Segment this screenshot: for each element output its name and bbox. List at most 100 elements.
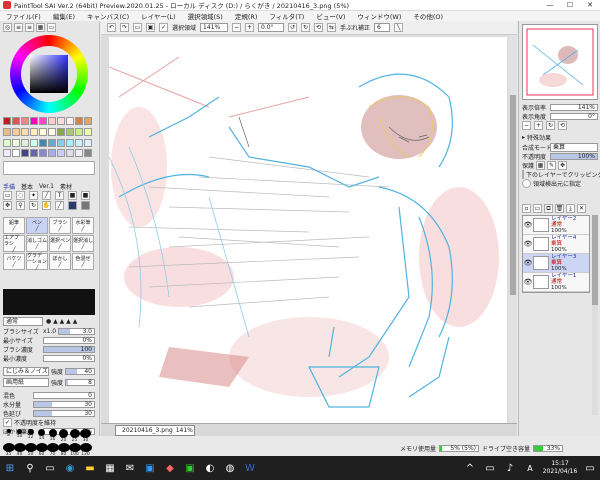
undo-icon[interactable]: ↶ <box>107 23 116 32</box>
layer-row[interactable]: 👁 レイヤー3 乗算 100% <box>523 254 589 273</box>
tab-basic[interactable]: 基本 <box>21 182 33 191</box>
layer-scroll-thumb[interactable] <box>592 215 598 305</box>
color-swatch[interactable] <box>3 149 11 158</box>
color-swatch[interactable] <box>84 127 92 136</box>
texture-slider[interactable]: 40 <box>65 368 95 375</box>
color-swatch[interactable] <box>48 138 56 147</box>
photos-icon[interactable]: ▣ <box>140 458 160 478</box>
new-folder-icon[interactable]: ▭ <box>533 204 542 213</box>
color-swatch[interactable] <box>66 127 74 136</box>
brush-slot[interactable]: ペン ╱ <box>26 217 48 234</box>
visibility-eye-icon[interactable]: 👁 <box>523 240 533 248</box>
color-wheel-icon[interactable]: ◎ <box>3 23 12 32</box>
notification-icon[interactable]: ▭ <box>580 458 600 478</box>
texture-select[interactable]: にじみ＆ノイズ <box>3 367 49 376</box>
select-rect-icon[interactable]: ▭ <box>3 191 12 200</box>
brush-slot[interactable]: ブラシ ╱ <box>49 217 71 234</box>
color-swatch[interactable] <box>30 149 38 158</box>
layer-scrollbar[interactable] <box>592 215 598 415</box>
edge-icon[interactable]: ◉ <box>60 458 80 478</box>
lasso-icon[interactable]: ◌ <box>16 191 25 200</box>
menu-window[interactable]: ウィンドウ(W) <box>357 11 401 21</box>
color-swatch[interactable] <box>21 117 29 125</box>
explorer-icon[interactable]: ▬ <box>80 458 100 478</box>
brush-size-preset[interactable]: 14 <box>36 429 47 443</box>
nav-rotate-icon[interactable]: ↻ <box>546 121 555 130</box>
menu-ruler[interactable]: 定規(R) <box>235 11 258 21</box>
nav-reset-icon[interactable]: ⟲ <box>558 121 567 130</box>
brush-size-preset[interactable]: 25 <box>69 429 80 443</box>
paper-slider[interactable]: 8 <box>65 379 95 386</box>
color-swatch[interactable] <box>75 127 83 136</box>
windows-start-icon[interactable]: ⊞ <box>0 458 20 478</box>
menu-view[interactable]: ビュー(V) <box>316 11 345 21</box>
search-icon[interactable]: ⚲ <box>20 458 40 478</box>
menu-edit[interactable]: 編集(E) <box>53 11 75 21</box>
fill-icon[interactable]: ■ <box>81 191 90 200</box>
brush-size-preset[interactable]: 12 <box>25 429 36 443</box>
brush-size-preset[interactable]: 10 <box>14 429 25 443</box>
document-tab[interactable]: 20210416_3.png 141% <box>115 425 195 436</box>
rgb-slider-icon[interactable]: ≡ <box>14 23 23 32</box>
paper-select[interactable]: 画用紙 <box>3 378 49 387</box>
brush-slot[interactable]: エアブラシ ╱ <box>3 235 25 253</box>
brush-size-preset[interactable]: 30 <box>80 429 91 443</box>
density-slider[interactable]: 100 <box>43 346 95 353</box>
layer-row[interactable]: 👁 レイヤー2 通常 100% <box>523 216 589 235</box>
min-density-slider[interactable]: 0% <box>43 355 95 362</box>
color-swatch[interactable] <box>75 149 83 158</box>
menu-file[interactable]: ファイル(F) <box>6 11 41 21</box>
tab-brush[interactable]: 手描 <box>3 182 15 191</box>
brush-slot[interactable]: グラデーション ╱ <box>26 253 48 271</box>
brush-slot[interactable]: 消しゴム ╱ <box>26 235 48 252</box>
shape-icons[interactable]: ● ▲ ▲ ▲ ▲ <box>46 318 77 325</box>
clear-layer-icon[interactable]: ✕ <box>577 204 586 213</box>
store-icon[interactable]: ▦ <box>100 458 120 478</box>
color-swatch[interactable] <box>84 138 92 147</box>
brush-size-preset[interactable]: 100 <box>68 443 81 457</box>
color-swatch[interactable] <box>12 127 20 136</box>
layer-row[interactable]: 👁 レイヤー1 通常 100% <box>523 273 589 292</box>
delete-layer-icon[interactable]: 🗑 <box>555 204 564 213</box>
protect-move-icon[interactable]: ✥ <box>558 161 568 170</box>
app-icon-3[interactable]: ◍ <box>220 458 240 478</box>
visibility-eye-icon[interactable]: 👁 <box>523 278 533 286</box>
vertical-scroll-thumb[interactable] <box>510 95 516 295</box>
tab-ver1[interactable]: Ver.1 <box>39 183 54 190</box>
canvas-sheet[interactable] <box>108 37 507 423</box>
color-swatch[interactable] <box>48 149 56 158</box>
color-swatch[interactable] <box>21 138 29 147</box>
text-icon[interactable]: T <box>55 191 64 200</box>
min-size-slider[interactable]: 0% <box>43 337 95 344</box>
brush-size-preset[interactable]: 60 <box>35 443 48 457</box>
visibility-eye-icon[interactable]: 👁 <box>523 221 533 229</box>
nav-zoom-slider[interactable]: 141% <box>550 104 598 111</box>
clock[interactable]: 15:17 2021/04/16 <box>540 460 580 476</box>
protect-draw-icon[interactable]: ✎ <box>547 161 557 170</box>
color-swatch[interactable] <box>57 149 65 158</box>
brush-slot[interactable]: 選択消し ╱ <box>72 235 94 252</box>
visibility-eye-icon[interactable]: 👁 <box>523 259 533 267</box>
brush-size-preset[interactable]: 70 <box>46 443 59 457</box>
brush-size-preset[interactable]: 20 <box>58 429 69 443</box>
deselect-icon[interactable]: ▭ <box>133 23 142 32</box>
fg-color-icon[interactable] <box>68 201 77 210</box>
reset-rotation-icon[interactable]: ⟲ <box>314 23 324 32</box>
brush-slot[interactable]: 水彩筆 ╱ <box>72 217 94 234</box>
color-swatch[interactable] <box>30 127 38 136</box>
color-swatch[interactable] <box>48 117 56 125</box>
language-indicator[interactable]: A <box>520 458 540 478</box>
move-icon[interactable]: ✥ <box>3 201 12 210</box>
maximize-button[interactable]: ☐ <box>560 1 580 9</box>
color-square[interactable] <box>30 55 68 93</box>
zoom-in-icon[interactable]: + <box>245 23 255 32</box>
color-swatch[interactable] <box>12 138 20 147</box>
redo-icon[interactable]: ↷ <box>120 23 129 32</box>
brush-size-preset[interactable]: 16 <box>47 429 58 443</box>
flip-icon[interactable]: ⇆ <box>327 23 337 32</box>
copy-layer-icon[interactable]: ⧉ <box>544 204 553 213</box>
angle-select[interactable]: 0.0° <box>258 23 285 32</box>
vertical-scrollbar[interactable] <box>509 35 517 423</box>
scratch-color-strip[interactable] <box>3 161 95 175</box>
color-swatch[interactable] <box>48 127 56 136</box>
